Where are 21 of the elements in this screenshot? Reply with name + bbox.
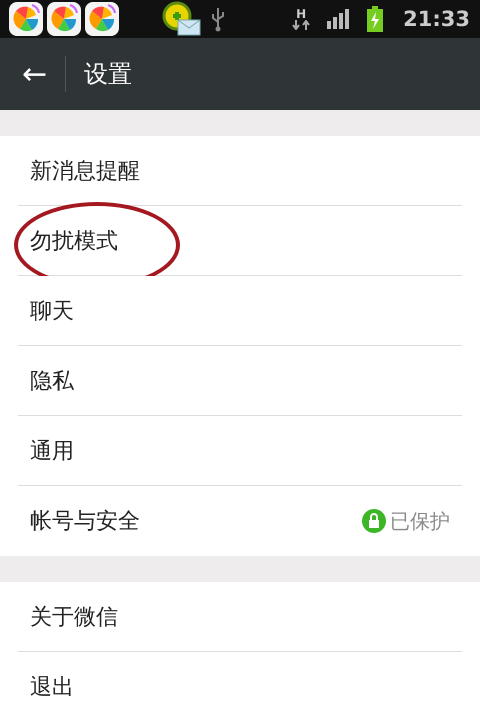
data-arrows-icon <box>291 20 312 30</box>
clock: 21:33 <box>403 7 470 31</box>
usb-icon <box>210 6 226 32</box>
app-icon[interactable] <box>46 1 82 37</box>
back-button[interactable]: ← <box>14 56 56 92</box>
app-icon[interactable] <box>84 1 120 37</box>
item-label: 隐私 <box>30 368 74 396</box>
status-text: 已保护 <box>390 508 450 534</box>
battery-charging-icon <box>367 6 384 32</box>
network-type: H <box>296 8 306 20</box>
item-label: 通用 <box>30 438 74 466</box>
item-label: 退出 <box>30 674 74 702</box>
item-label: 关于微信 <box>30 604 118 632</box>
item-label: 勿扰模式 <box>30 228 118 256</box>
item-label: 聊天 <box>30 298 74 326</box>
item-label: 帐号与安全 <box>30 508 140 536</box>
signal-icon <box>327 9 352 29</box>
page-title: 设置 <box>84 59 132 90</box>
item-label: 新消息提醒 <box>30 158 140 186</box>
lock-icon <box>362 509 386 533</box>
app-icon[interactable] <box>8 1 44 37</box>
